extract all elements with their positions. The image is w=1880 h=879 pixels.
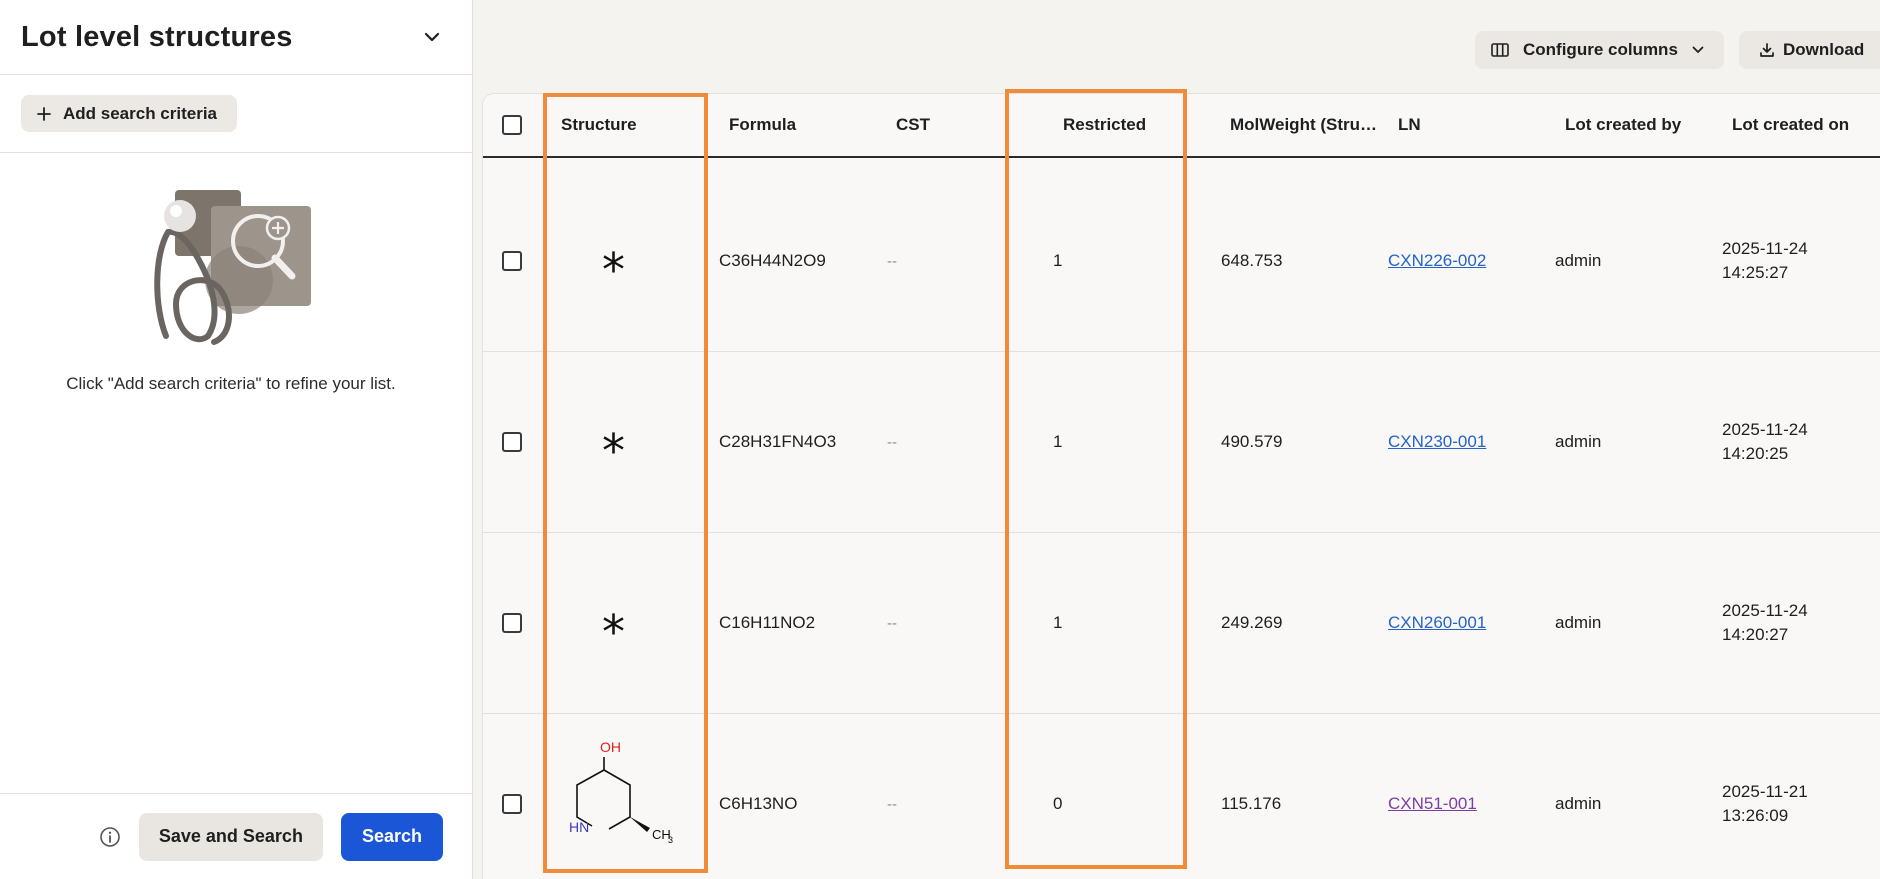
add-search-criteria-label: Add search criteria <box>63 103 218 123</box>
molweight-cell: 490.579 <box>1221 432 1283 451</box>
download-button[interactable]: Download <box>1739 31 1880 69</box>
download-label: Download <box>1783 40 1865 59</box>
table-row[interactable]: OH HN CH 3 C6H13NO -- 0 115.176 CXN51-00… <box>483 714 1880 879</box>
configure-columns-label: Configure columns <box>1523 40 1678 59</box>
column-header-molweight[interactable]: MolWeight (Stru… <box>1230 94 1376 156</box>
created-by-cell: admin <box>1555 432 1602 451</box>
structure-placeholder: * <box>602 424 625 478</box>
download-icon <box>1760 43 1774 57</box>
ln-link[interactable]: CXN230-001 <box>1388 352 1486 532</box>
restricted-cell: 1 <box>1053 613 1063 632</box>
columns-icon <box>1491 43 1509 57</box>
created-on-cell: 2025-11-24 14:25:27 <box>1722 239 1808 282</box>
cst-cell: -- <box>887 795 897 813</box>
column-header-ln[interactable]: LN <box>1398 94 1421 156</box>
ln-link[interactable]: CXN51-001 <box>1388 714 1477 879</box>
empty-state-message: Click "Add search criteria" to refine yo… <box>66 374 396 393</box>
column-header-lot-created-on[interactable]: Lot created on <box>1732 94 1849 156</box>
ch3-subscript: 3 <box>668 835 673 845</box>
column-header-restricted[interactable]: Restricted <box>1063 94 1146 156</box>
molecule-structure-drawing: OH HN CH 3 <box>569 739 673 845</box>
created-by-cell: admin <box>1555 613 1602 632</box>
panel-header: Lot level structures <box>0 0 472 75</box>
chevron-down-icon[interactable] <box>420 25 444 49</box>
info-icon[interactable] <box>99 826 121 848</box>
search-panel: Lot level structures Add search criteria… <box>0 0 473 879</box>
table-row[interactable]: * C16H11NO2 -- 1 249.269 CXN260-001 admi… <box>483 533 1880 714</box>
restricted-cell: 1 <box>1053 432 1063 451</box>
column-header-lot-created-by[interactable]: Lot created by <box>1565 94 1681 156</box>
table-header: Structure Formula CST Restricted MolWeig… <box>483 94 1880 158</box>
created-on-cell: 2025-11-24 14:20:25 <box>1722 420 1808 463</box>
hn-label: HN <box>569 819 589 835</box>
table-row[interactable]: * C36H44N2O9 -- 1 648.753 CXN226-002 adm… <box>483 171 1880 352</box>
formula-cell: C28H31FN4O3 <box>719 432 837 451</box>
molweight-cell: 648.753 <box>1221 251 1283 270</box>
formula-cell: C6H13NO <box>719 794 798 813</box>
created-by-cell: admin <box>1555 251 1602 270</box>
cst-cell: -- <box>887 614 897 632</box>
table-row[interactable]: * C28H31FN4O3 -- 1 490.579 CXN230-001 ad… <box>483 352 1880 533</box>
molweight-cell: 249.269 <box>1221 613 1283 632</box>
add-criteria-row: Add search criteria <box>0 75 472 153</box>
ln-link[interactable]: CXN226-002 <box>1388 171 1486 351</box>
formula-cell: C36H44N2O9 <box>719 251 826 270</box>
cst-cell: -- <box>887 252 897 270</box>
row-checkbox[interactable] <box>502 613 522 633</box>
row-checkbox[interactable] <box>502 794 522 814</box>
row-checkbox[interactable] <box>502 251 522 271</box>
select-all-checkbox[interactable] <box>502 115 522 135</box>
cst-cell: -- <box>887 433 897 451</box>
configure-columns-button[interactable]: Configure columns <box>1475 31 1724 69</box>
created-on-cell: 2025-11-21 13:26:09 <box>1722 782 1808 825</box>
column-header-structure[interactable]: Structure <box>561 94 637 156</box>
save-and-search-button[interactable]: Save and Search <box>138 812 323 861</box>
oh-label: OH <box>600 739 621 755</box>
search-button[interactable]: Search <box>340 812 443 861</box>
panel-title: Lot level structures <box>21 20 293 53</box>
formula-cell: C16H11NO2 <box>719 613 816 632</box>
row-checkbox[interactable] <box>502 432 522 452</box>
column-header-formula[interactable]: Formula <box>729 94 796 156</box>
structure-placeholder: * <box>602 605 625 659</box>
results-table: Structure Formula CST Restricted MolWeig… <box>482 93 1880 879</box>
created-by-cell: admin <box>1555 794 1602 813</box>
created-on-cell: 2025-11-24 14:20:27 <box>1722 601 1808 644</box>
search-illustration <box>154 190 311 345</box>
column-header-cst[interactable]: CST <box>896 94 930 156</box>
restricted-cell: 1 <box>1053 251 1063 270</box>
restricted-cell: 0 <box>1053 794 1063 813</box>
add-search-criteria-button[interactable]: Add search criteria <box>21 95 238 132</box>
chevron-down-icon <box>1692 46 1704 54</box>
structure-placeholder: * <box>602 243 625 297</box>
panel-footer: Save and Search Search <box>0 793 472 879</box>
ln-link[interactable]: CXN260-001 <box>1388 533 1486 713</box>
plus-icon <box>37 106 51 121</box>
molweight-cell: 115.176 <box>1221 794 1282 813</box>
